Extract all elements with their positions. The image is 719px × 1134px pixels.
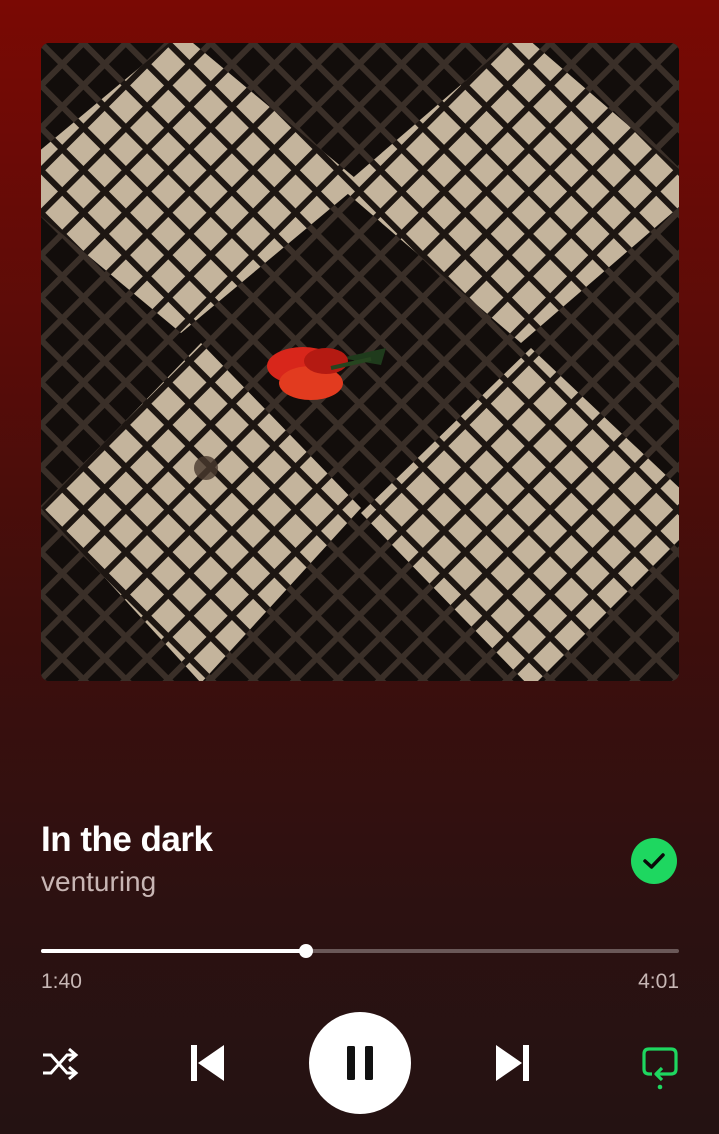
album-cover-image [41, 43, 679, 681]
skip-previous-icon [191, 1045, 224, 1081]
progress-fill [41, 949, 306, 953]
elapsed-time: 1:40 [41, 970, 82, 993]
track-title[interactable]: In the dark [41, 820, 213, 860]
pause-button[interactable] [309, 1012, 411, 1114]
pause-icon [347, 1046, 373, 1080]
progress-handle[interactable] [298, 944, 313, 958]
next-button[interactable] [492, 1042, 534, 1084]
artist-name[interactable]: venturing [41, 866, 156, 898]
liked-button[interactable] [631, 838, 677, 884]
album-cover [41, 43, 679, 681]
previous-button[interactable] [186, 1042, 228, 1084]
repeat-button[interactable] [638, 1042, 682, 1092]
total-duration: 4:01 [638, 970, 679, 993]
shuffle-icon [43, 1047, 79, 1081]
skip-next-icon [496, 1045, 529, 1081]
shuffle-button[interactable] [38, 1044, 82, 1084]
checkmark-icon [643, 853, 665, 869]
repeat-icon [642, 1047, 678, 1090]
repeat-active-dot [657, 1084, 663, 1090]
progress-bar[interactable] [41, 944, 679, 958]
